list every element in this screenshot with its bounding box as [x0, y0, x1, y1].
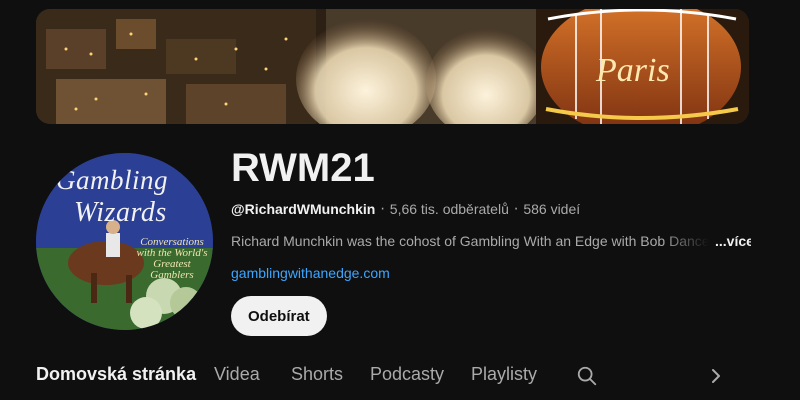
channel-avatar[interactable]: Gambling Wizards Conversations with the … — [36, 153, 213, 330]
subscribe-button[interactable]: Odebírat — [231, 296, 327, 336]
tab-podcasts[interactable]: Podcasty — [370, 364, 444, 385]
separator-dot: ‧ — [380, 201, 385, 217]
avatar-title-line1: Gambling — [56, 165, 168, 195]
search-icon[interactable] — [576, 365, 598, 387]
tab-videos[interactable]: Videa — [214, 364, 260, 385]
channel-tabs: Domovská stránka Videa Shorts Podcasty P… — [36, 364, 756, 390]
banner-image: Paris — [36, 9, 749, 124]
avatar-title-line2: Wizards — [74, 197, 167, 228]
channel-banner: Paris — [36, 9, 749, 124]
more-link[interactable]: ...více — [715, 233, 751, 249]
tab-home[interactable]: Domovská stránka — [36, 364, 196, 385]
channel-meta: @RichardWMunchkin ‧ 5,66 tis. odběratelů ‧ 5… — [231, 201, 580, 218]
tab-playlists[interactable]: Playlisty — [471, 364, 537, 385]
description-text: Richard Munchkin was the cohost of Gambl… — [231, 233, 709, 249]
separator-dot: ‧ — [513, 201, 519, 217]
tab-shorts[interactable]: Shorts — [291, 364, 343, 385]
channel-handle: @RichardWMunchkin — [231, 201, 376, 217]
chevron-right-icon[interactable] — [708, 367, 724, 385]
channel-name: RWM21 — [231, 146, 375, 190]
avatar-subtitle: Conversations with the World's Greatest … — [136, 236, 208, 281]
banner-sign-text: Paris — [595, 52, 670, 89]
channel-link[interactable]: gamblingwithanedge.com — [231, 265, 390, 281]
channel-description[interactable]: Richard Munchkin was the cohost of Gambl… — [231, 233, 751, 249]
video-count: 586 videí — [523, 201, 581, 217]
subscriber-count: 5,66 tis. odběratelů — [389, 201, 509, 217]
